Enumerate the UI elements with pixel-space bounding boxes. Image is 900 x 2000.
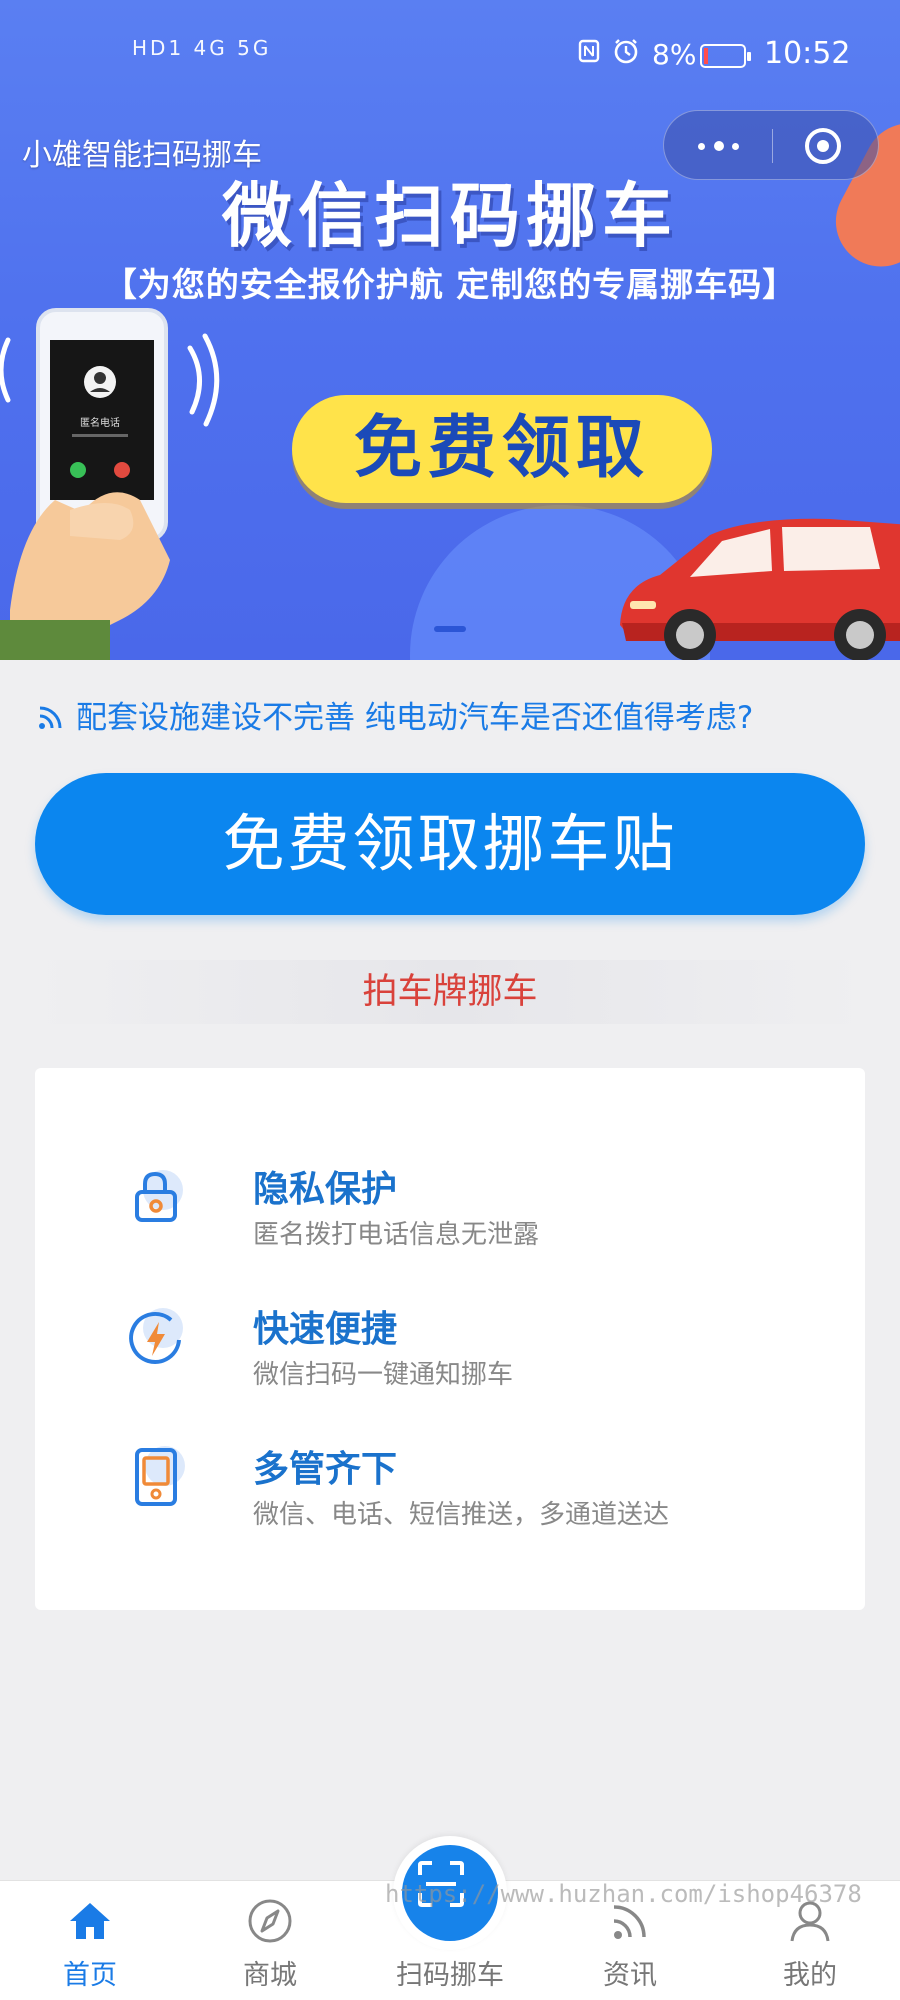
features-card: 隐私保护 匿名拨打电话信息无泄露 快速便捷 微信扫码一键通知挪车 多管齐下 微信… xyxy=(35,1068,865,1610)
home-icon xyxy=(70,1903,110,1939)
dot-icon xyxy=(732,143,739,150)
status-icons xyxy=(578,36,648,73)
carousel-indicator xyxy=(434,626,466,632)
signal-indicators: HD1 4G 5G xyxy=(132,36,272,60)
banner-headline: 微信扫码挪车 xyxy=(222,175,678,257)
feature-privacy: 隐私保护 匿名拨打电话信息无泄露 xyxy=(123,1160,773,1270)
capsule-divider xyxy=(772,129,773,163)
tab-label: 我的 xyxy=(783,1960,837,1991)
clock: 10:52 xyxy=(764,36,851,71)
banner-carousel[interactable]: HD1 4G 5G 8% 10:52 小雄智能扫码挪车 微信扫码挪车 【为您的安 xyxy=(0,0,900,660)
banner-free-claim-button[interactable]: 免费领取 xyxy=(292,395,712,503)
feature-description: 微信、电话、短信推送，多通道送达 xyxy=(253,1500,670,1530)
news-ticker-text: 配套设施建设不完善 纯电动汽车是否还值得考虑? xyxy=(76,700,754,736)
phone-caption: 匿名电话 xyxy=(80,416,120,429)
tab-label: 扫码挪车 xyxy=(396,1960,504,1991)
lightning-icon xyxy=(129,1308,183,1364)
feature-title: 隐私保护 xyxy=(253,1169,398,1210)
tab-label: 首页 xyxy=(63,1960,117,1991)
dot-icon xyxy=(698,143,705,150)
feature-description: 匿名拨打电话信息无泄露 xyxy=(253,1220,540,1250)
claim-sticker-button[interactable]: 免费领取挪车贴 xyxy=(35,773,865,915)
watermark: https://www.huzhan.com/ishop46378 xyxy=(385,1880,862,1908)
nfc-alarm-icon xyxy=(578,39,638,64)
tab-home[interactable]: 首页 xyxy=(0,1881,180,2000)
dot-icon xyxy=(714,141,724,151)
feature-title: 多管齐下 xyxy=(253,1449,398,1490)
compass-icon xyxy=(248,1899,292,1943)
status-bar: HD1 4G 5G 8% 10:52 xyxy=(0,28,900,88)
tab-label: 资讯 xyxy=(603,1960,657,1991)
more-menu-button[interactable] xyxy=(694,129,744,163)
battery-icon xyxy=(700,44,751,68)
phone-device-icon xyxy=(135,1446,185,1506)
banner-subline: 【为您的安全报价护航 定制您的专属挪车码】 xyxy=(103,265,797,304)
rss-icon xyxy=(39,706,62,729)
feature-multichannel: 多管齐下 微信、电话、短信推送，多通道送达 xyxy=(123,1440,773,1550)
feature-fast: 快速便捷 微信扫码一键通知挪车 xyxy=(123,1300,773,1410)
news-ticker[interactable]: 配套设施建设不完善 纯电动汽车是否还值得考虑? xyxy=(32,694,882,742)
feature-description: 微信扫码一键通知挪车 xyxy=(253,1360,514,1390)
red-car-illustration xyxy=(620,518,900,660)
phone-call-illustration: 匿名电话 xyxy=(0,308,220,660)
tab-mall[interactable]: 商城 xyxy=(180,1881,360,2000)
tab-label: 商城 xyxy=(243,1960,297,1991)
plate-move-car-link[interactable]: 拍车牌挪车 xyxy=(35,960,865,1024)
lock-icon xyxy=(135,1170,183,1222)
battery-percent: 8% xyxy=(652,38,697,71)
feature-title: 快速便捷 xyxy=(253,1309,398,1350)
